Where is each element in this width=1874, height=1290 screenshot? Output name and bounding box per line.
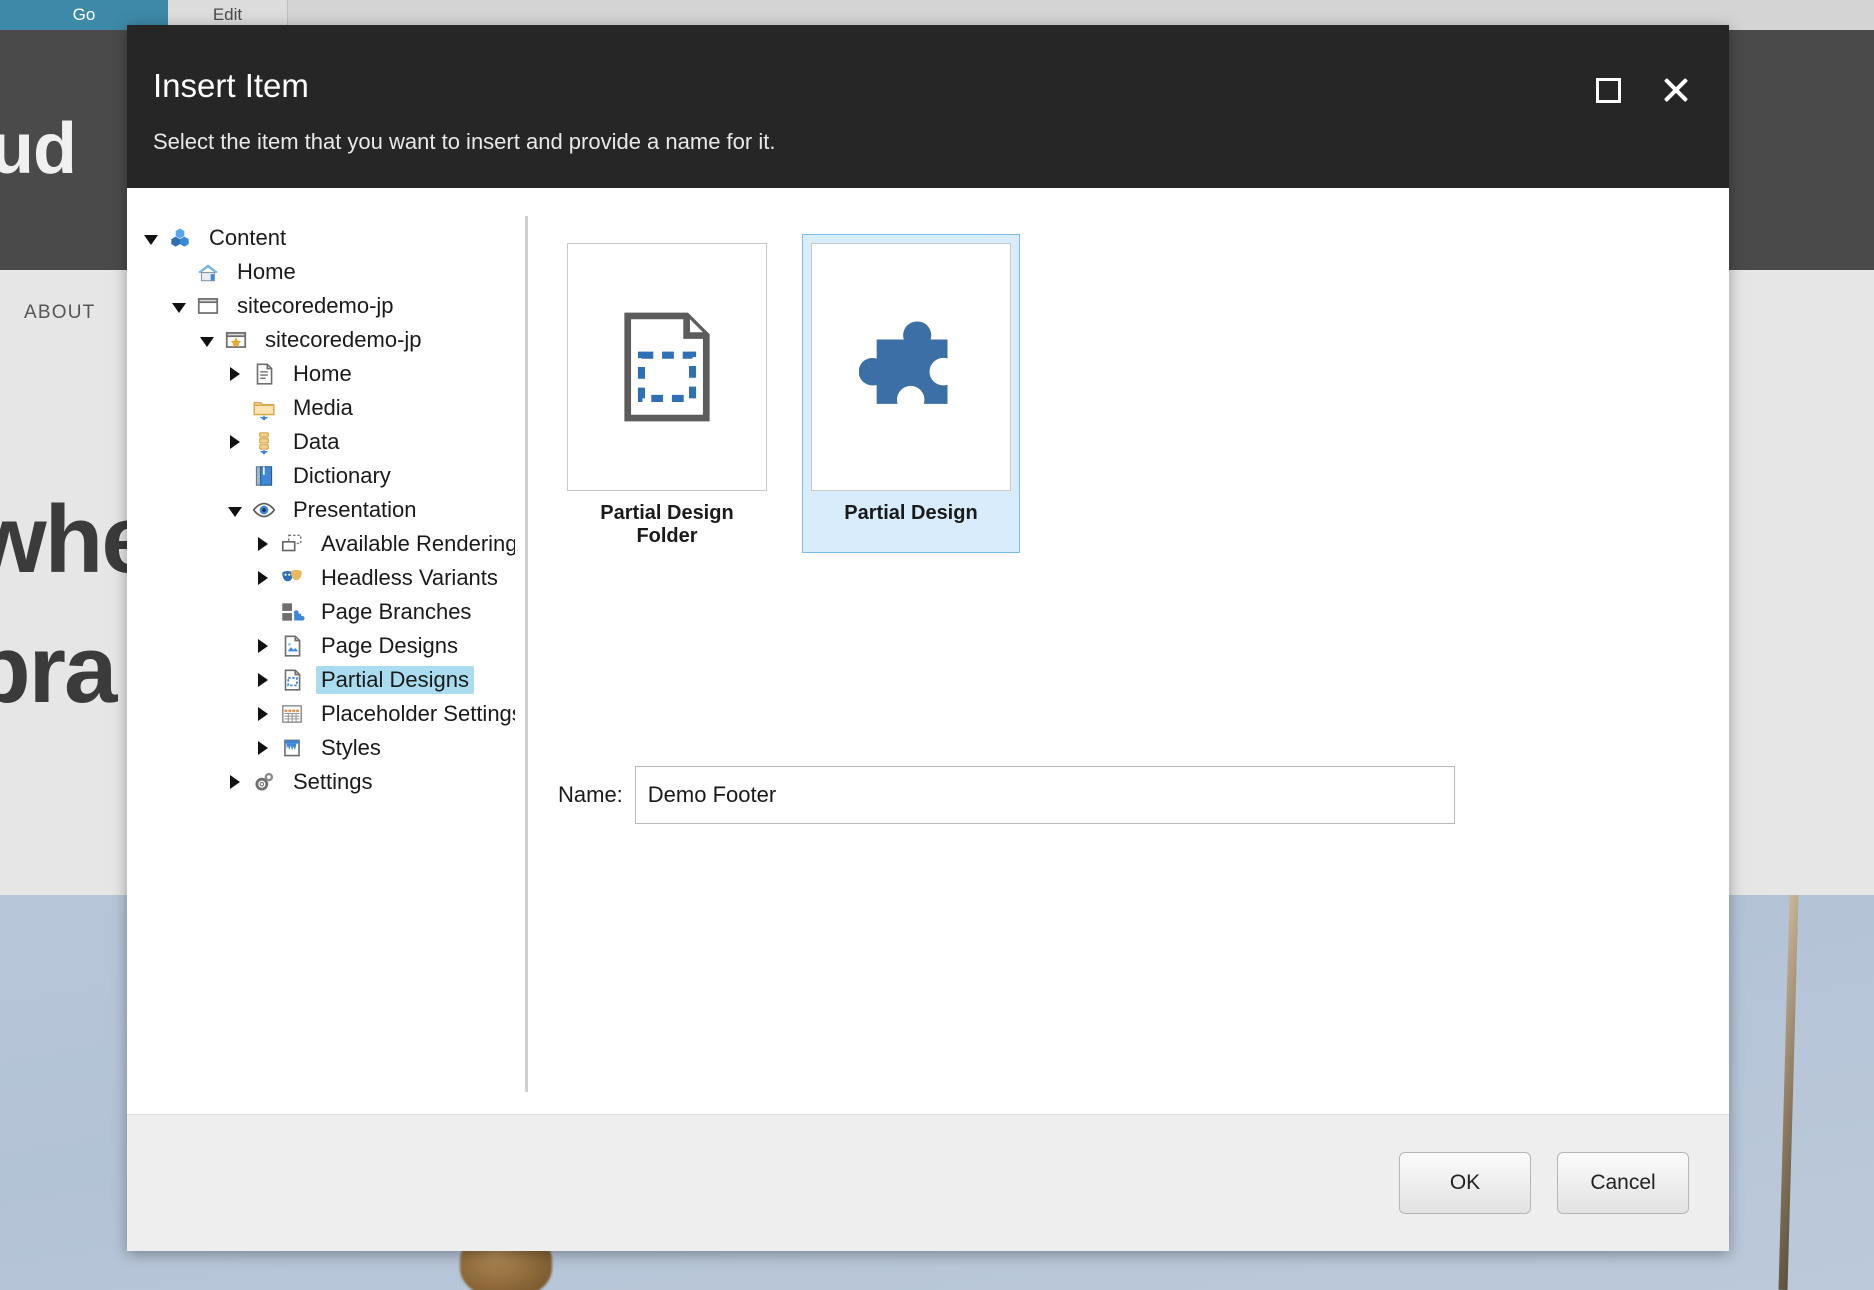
nav-item-about[interactable]: ABOUT — [24, 302, 95, 324]
tree-toggle-expanded-icon[interactable] — [193, 335, 221, 345]
tree-item-sitecoredemo-jp[interactable]: sitecoredemo-jp — [137, 289, 515, 323]
window-icon — [193, 293, 223, 319]
tab-edit-label: Edit — [212, 5, 243, 24]
tree-item-label: Placeholder Settings — [321, 701, 515, 726]
paint-bucket-icon — [277, 735, 307, 761]
tree-toggle-collapsed-icon[interactable] — [221, 435, 249, 449]
tree-toggle-expanded-icon[interactable] — [221, 505, 249, 515]
tree-item-placeholder-settings[interactable]: Placeholder Settings — [137, 697, 515, 731]
document-icon — [249, 361, 279, 387]
close-button[interactable] — [1659, 73, 1693, 107]
window-star-icon — [221, 327, 251, 353]
template-card-label: Partial Design Folder — [600, 502, 734, 547]
home-house-icon — [193, 259, 223, 285]
tree-item-label: Dictionary — [293, 463, 391, 488]
tree-toggle-collapsed-icon[interactable] — [221, 367, 249, 381]
tree-item-media[interactable]: Media — [137, 391, 515, 425]
tree-item-label: sitecoredemo-jp — [237, 293, 394, 318]
name-field-label: Name: — [558, 782, 623, 807]
template-card-partial-design-folder[interactable]: Partial Design Folder — [558, 234, 776, 553]
renderings-icon — [277, 531, 307, 557]
close-icon — [1661, 75, 1691, 105]
template-card-partial-design[interactable]: Partial Design — [802, 234, 1020, 553]
tree-item-label: Page Designs — [321, 633, 458, 658]
name-field-row: Name: — [558, 766, 1455, 824]
tree-item-dictionary[interactable]: Dictionary — [137, 459, 515, 493]
hero-word: ud — [0, 109, 77, 189]
tree-item-content[interactable]: Content — [137, 221, 515, 255]
tree-item-styles[interactable]: Styles — [137, 731, 515, 765]
content-cubes-icon — [165, 225, 195, 251]
tree-toggle-expanded-icon[interactable] — [137, 233, 165, 243]
tree-toggle-collapsed-icon[interactable] — [249, 741, 277, 755]
dialog-footer: OK Cancel — [127, 1114, 1729, 1251]
data-icon — [249, 429, 279, 455]
dialog-header-buttons — [1591, 73, 1693, 107]
tree-toggle-collapsed-icon[interactable] — [249, 707, 277, 721]
tree-item-page-designs[interactable]: Page Designs — [137, 629, 515, 663]
headline-line-2: bra — [0, 616, 117, 723]
book-icon — [249, 463, 279, 489]
tree-item-label: Available Renderings — [321, 531, 515, 556]
maximize-button[interactable] — [1591, 73, 1625, 107]
gears-icon — [249, 769, 279, 795]
partial-design-icon — [277, 667, 307, 693]
tree-toggle-collapsed-icon[interactable] — [249, 639, 277, 653]
tree-item-label: Media — [293, 395, 353, 420]
page-design-icon — [277, 633, 307, 659]
puzzle-piece-icon — [859, 315, 963, 419]
tree-item-label: Home — [293, 361, 352, 386]
tree-item-label: Settings — [293, 769, 373, 794]
tree-item-label: Content — [209, 225, 287, 250]
partial-design-folder-icon — [619, 312, 715, 422]
masks-icon — [277, 565, 307, 591]
cancel-button[interactable]: Cancel — [1557, 1152, 1689, 1214]
tree-item-label: Headless Variants — [321, 565, 498, 590]
tree-item-label: Partial Designs — [316, 666, 474, 694]
photo-pole — [1778, 895, 1799, 1290]
template-card-label: Partial Design — [844, 502, 978, 524]
tree-item-settings[interactable]: Settings — [137, 765, 515, 799]
tree-item-headless-variants[interactable]: Headless Variants — [137, 561, 515, 595]
dialog-title: Insert Item — [153, 67, 309, 104]
tree-item-partial-designs[interactable]: Partial Designs — [137, 663, 515, 697]
eye-icon — [249, 497, 279, 523]
tree-toggle-collapsed-icon[interactable] — [249, 673, 277, 687]
tree-item-home[interactable]: Home — [137, 357, 515, 391]
tree-item-label: Styles — [321, 735, 381, 760]
item-tree[interactable]: Content Home sitecoredemo-jp sitecoredemo-j… — [127, 206, 515, 1114]
placeholder-settings-icon — [277, 701, 307, 727]
dialog-subtitle: Select the item that you want to insert … — [153, 129, 776, 154]
tree-item-label: Home — [237, 259, 296, 284]
page-branches-icon — [277, 599, 307, 625]
tree-toggle-expanded-icon[interactable] — [165, 301, 193, 311]
tab-go-label: Go — [72, 5, 96, 24]
ok-button[interactable]: OK — [1399, 1152, 1531, 1214]
template-pane: Partial Design Folder Partial Design Name… — [528, 206, 1729, 1114]
tree-item-label: Data — [293, 429, 340, 454]
dialog-header: Insert Item Select the item that you wan… — [127, 25, 1729, 188]
tree-toggle-collapsed-icon[interactable] — [249, 571, 277, 585]
folder-icon — [249, 395, 279, 421]
tree-item-sitecoredemo-jp[interactable]: sitecoredemo-jp — [137, 323, 515, 357]
template-thumbnail — [811, 243, 1011, 491]
template-thumbnail — [567, 243, 767, 491]
maximize-icon — [1595, 77, 1621, 103]
template-card-list: Partial Design Folder Partial Design — [558, 234, 1729, 553]
tree-toggle-collapsed-icon[interactable] — [249, 537, 277, 551]
insert-item-dialog: Insert Item Select the item that you wan… — [127, 25, 1729, 1251]
tree-item-presentation[interactable]: Presentation — [137, 493, 515, 527]
tree-item-label: Presentation — [293, 497, 417, 522]
tree-item-available-renderings[interactable]: Available Renderings — [137, 527, 515, 561]
tree-item-home[interactable]: Home — [137, 255, 515, 289]
tree-toggle-collapsed-icon[interactable] — [221, 775, 249, 789]
name-input[interactable] — [634, 766, 1455, 824]
tree-item-data[interactable]: Data — [137, 425, 515, 459]
tree-item-label: Page Branches — [321, 599, 472, 624]
dialog-body: Content Home sitecoredemo-jp sitecoredemo-j… — [127, 188, 1729, 1114]
tree-item-label: sitecoredemo-jp — [265, 327, 422, 352]
tree-item-page-branches[interactable]: Page Branches — [137, 595, 515, 629]
